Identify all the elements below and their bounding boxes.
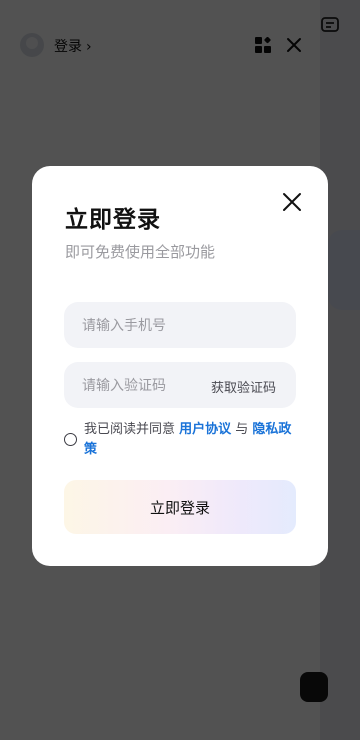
verification-code-input[interactable] (80, 362, 180, 410)
login-modal: 立即登录 即可免费使用全部功能 获取验证码 我已阅读并同意 用户协议 与 隐私政… (32, 166, 328, 566)
get-code-button[interactable]: 获取验证码 (211, 377, 276, 396)
agreement-radio[interactable] (64, 433, 77, 446)
close-icon[interactable] (280, 190, 304, 214)
phone-input[interactable] (80, 302, 284, 350)
phone-field (64, 302, 296, 350)
agreement-text: 我已阅读并同意 用户协议 与 隐私政策 (84, 420, 300, 460)
login-submit-button[interactable]: 立即登录 (64, 480, 296, 534)
user-agreement-link[interactable]: 用户协议 (179, 422, 231, 437)
agreement-prefix: 我已阅读并同意 (84, 422, 180, 437)
verification-code-field: 获取验证码 (64, 362, 296, 410)
modal-subtitle: 即可免费使用全部功能 (65, 243, 216, 261)
modal-title: 立即登录 (65, 207, 161, 233)
agreement-connector: 与 (231, 422, 253, 437)
